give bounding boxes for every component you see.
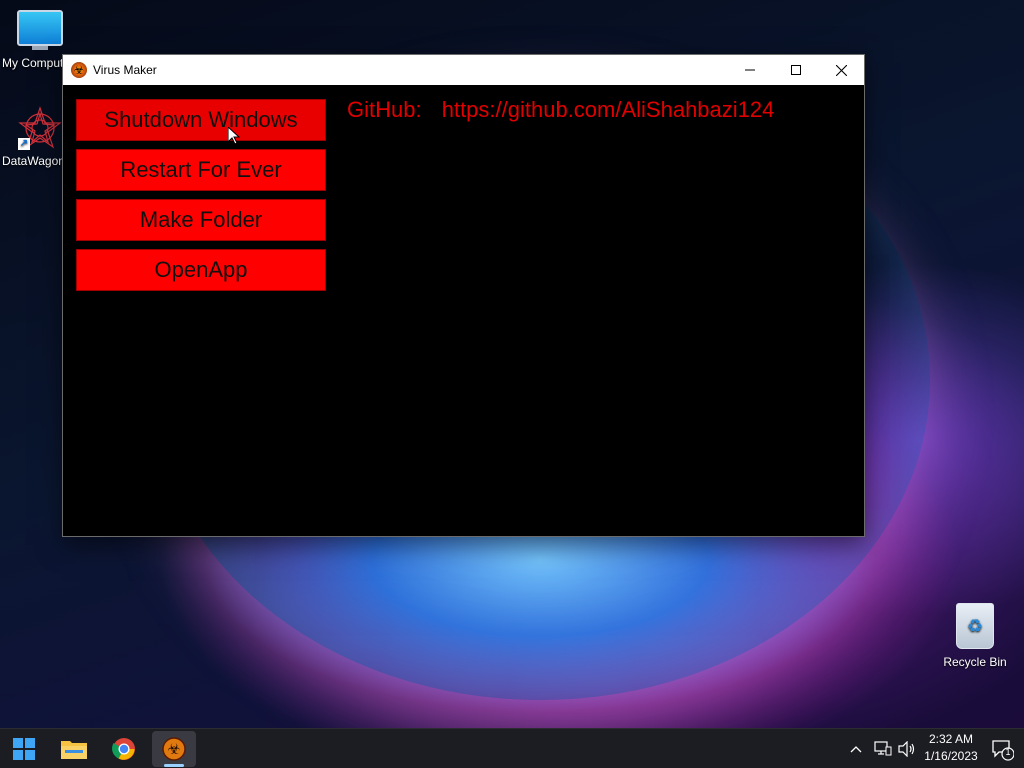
window-titlebar[interactable]: ☣ Virus Maker xyxy=(63,55,864,85)
shutdown-windows-button[interactable]: Shutdown Windows xyxy=(76,99,326,141)
restart-for-ever-button[interactable]: Restart For Ever xyxy=(76,149,326,191)
shortcut-arrow-icon: ↗ xyxy=(18,138,30,150)
taskbar-file-explorer[interactable] xyxy=(54,731,94,767)
make-folder-button[interactable]: Make Folder xyxy=(76,199,326,241)
window-client-area: Shutdown Windows Restart For Ever Make F… xyxy=(63,85,864,535)
svg-text:☣: ☣ xyxy=(167,740,180,758)
notification-center-button[interactable]: 1 xyxy=(990,737,1015,761)
clock-time: 2:32 AM xyxy=(928,732,974,746)
close-button[interactable] xyxy=(819,55,864,85)
desktop: My Comput ↗ DataWagon ♻ Recycle Bin ☣ Vi… xyxy=(0,0,1024,768)
monitor-icon xyxy=(17,10,63,50)
volume-icon xyxy=(898,741,915,757)
virus-maker-icon: ☣ xyxy=(162,737,186,761)
taskbar: ☣ 2:32 AM 1/16/2023 1 xyxy=(0,728,1024,768)
start-button[interactable] xyxy=(4,731,44,767)
file-explorer-icon xyxy=(61,741,87,759)
github-label: GitHub: xyxy=(347,97,422,122)
biohazard-icon: ☣ xyxy=(71,62,87,78)
mouse-cursor-icon xyxy=(228,127,240,145)
minimize-icon xyxy=(744,69,755,71)
chrome-icon xyxy=(112,738,135,760)
windows-start-icon xyxy=(13,738,35,760)
network-button[interactable] xyxy=(874,729,892,768)
taskbar-chrome[interactable] xyxy=(104,731,144,767)
github-info: GitHub: https://github.com/AliShahbazi12… xyxy=(347,97,774,123)
taskbar-clock[interactable]: 2:32 AM 1/16/2023 xyxy=(918,731,984,765)
clock-date: 1/16/2023 xyxy=(924,749,978,763)
window-title: Virus Maker xyxy=(93,63,157,77)
github-link[interactable]: https://github.com/AliShahbazi124 xyxy=(442,97,775,122)
open-app-button[interactable]: OpenApp xyxy=(76,249,326,291)
close-icon xyxy=(836,64,847,76)
network-icon xyxy=(874,741,892,756)
datawagon-icon: ↗ xyxy=(18,106,62,150)
taskbar-virus-maker[interactable]: ☣ xyxy=(152,731,196,767)
chevron-up-icon xyxy=(850,746,862,753)
virus-maker-window: ☣ Virus Maker Shutdown Windows Restart F… xyxy=(62,54,865,537)
desktop-icon-recycle-bin[interactable]: ♻ Recycle Bin xyxy=(935,603,1015,669)
maximize-button[interactable] xyxy=(773,55,818,85)
recycle-bin-icon: ♻ xyxy=(956,603,994,649)
notification-count-badge: 1 xyxy=(1005,747,1011,757)
desktop-icon-label: Recycle Bin xyxy=(943,655,1007,669)
maximize-icon xyxy=(790,65,801,75)
minimize-button[interactable] xyxy=(727,55,772,85)
volume-button[interactable] xyxy=(898,729,916,768)
show-hidden-icons-button[interactable] xyxy=(850,729,862,768)
